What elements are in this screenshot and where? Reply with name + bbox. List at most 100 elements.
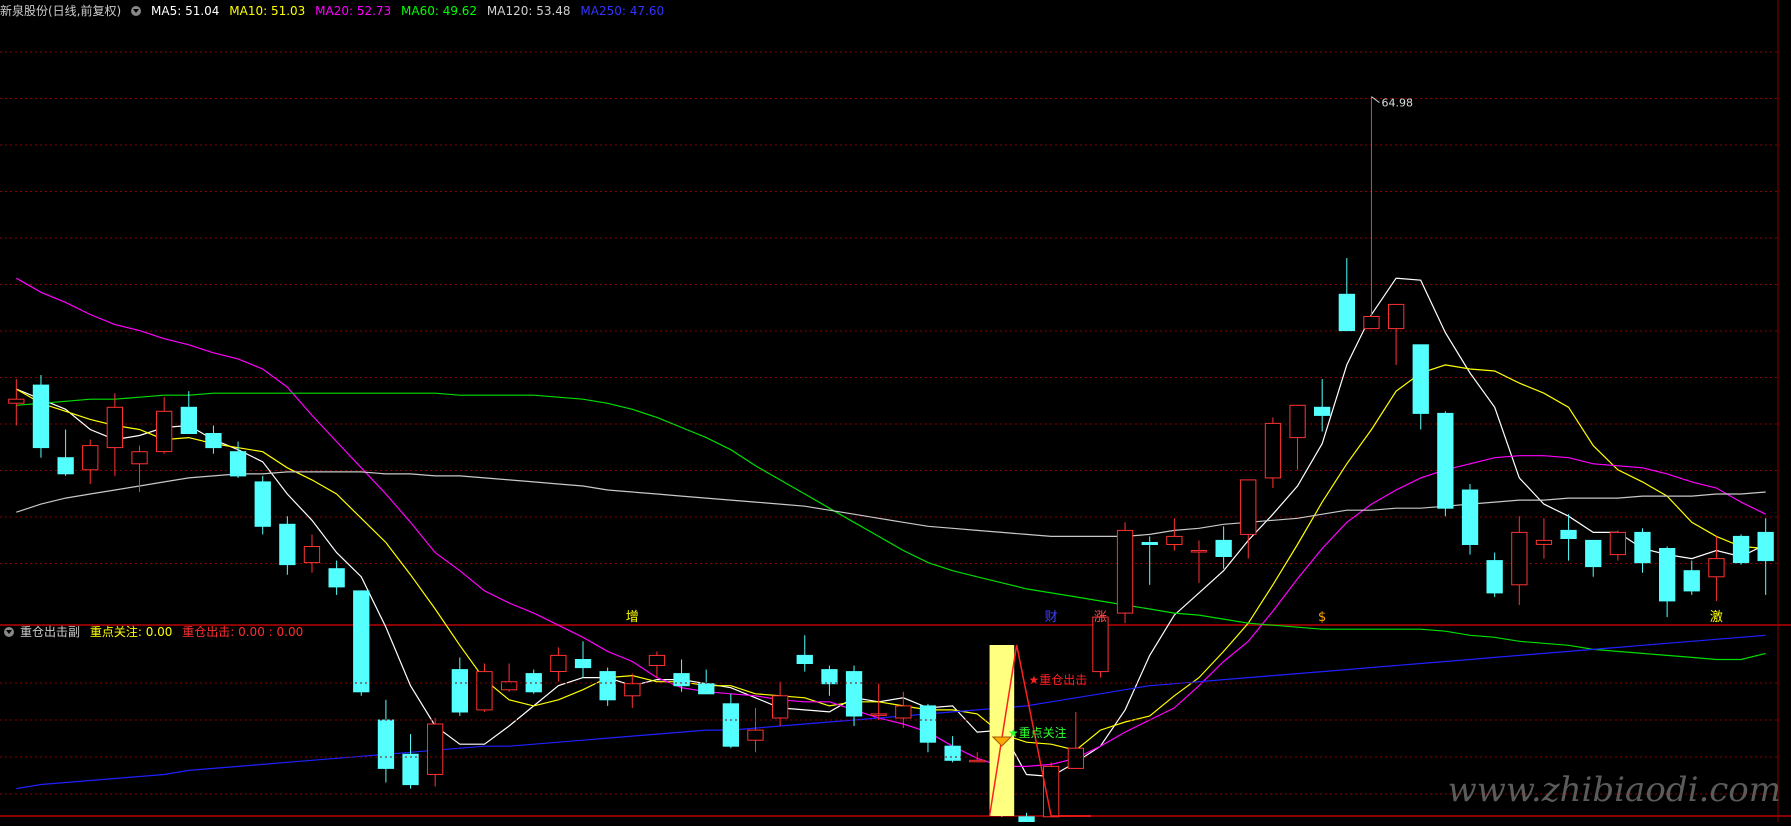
ma120-label: MA120: 53.48 <box>486 4 571 18</box>
ma-line-ma10 <box>16 364 1766 751</box>
ma-line-ma250 <box>16 634 1766 790</box>
candle <box>131 451 148 465</box>
ma-line-ma120 <box>16 471 1766 538</box>
candle <box>1264 422 1282 479</box>
ma-line-ma20 <box>16 277 1766 768</box>
candle <box>1116 529 1134 614</box>
event-marker: 财 <box>1045 610 1058 625</box>
event-marker: 涨 <box>1094 610 1107 625</box>
candle <box>328 568 345 588</box>
candle <box>1190 550 1208 553</box>
candle <box>57 457 74 475</box>
candle <box>698 683 715 695</box>
candle <box>1018 816 1035 826</box>
dropdown-circle-icon[interactable] <box>131 6 142 16</box>
event-marker: 激 <box>1710 610 1723 625</box>
candle <box>1338 293 1355 332</box>
candle <box>1412 344 1429 414</box>
candle <box>969 759 986 763</box>
candle <box>722 703 740 747</box>
candle <box>895 705 912 719</box>
ma20-label: MA20: 52.73 <box>315 4 392 18</box>
price-chart[interactable]: 64.9840.16增财涨$激★重仓出击★重点关注 <box>0 0 1791 826</box>
candle <box>82 445 99 471</box>
candle <box>32 384 50 449</box>
candle <box>648 654 666 667</box>
candle <box>772 695 789 719</box>
ma10-label: MA10: 51.03 <box>229 4 306 18</box>
candle <box>1609 531 1626 556</box>
candle <box>1240 479 1257 535</box>
candle <box>1067 747 1084 769</box>
candle <box>1215 539 1232 558</box>
stock-title: 新泉股份(日线,前复权) <box>0 4 122 18</box>
candle <box>1141 542 1158 545</box>
candle <box>1486 560 1503 594</box>
ma250-label: MA250: 47.60 <box>580 4 665 18</box>
candle <box>944 745 961 761</box>
ma5-label: MA5: 51.04 <box>151 4 220 18</box>
heavy-value-label: 重仓出击: 0.00 : 0.00 <box>182 625 304 639</box>
candle <box>353 590 370 693</box>
candle <box>1511 531 1528 586</box>
ma-line-ma5 <box>16 277 1766 778</box>
candle <box>1560 529 1577 540</box>
candle <box>747 729 764 741</box>
candle <box>1166 535 1183 546</box>
candle <box>303 546 321 564</box>
candle <box>279 523 296 566</box>
candle <box>1461 489 1479 545</box>
indicator-header: 重仓出击副 重点关注: 0.00 重仓出击: 0.00 : 0.00 <box>0 621 309 643</box>
high-pointer <box>1371 96 1380 104</box>
candle <box>377 719 395 769</box>
candle <box>1388 303 1405 330</box>
main-chart-header: 新泉股份(日线,前复权) MA5: 51.04 MA10: 51.03 MA20… <box>0 0 670 22</box>
candle <box>205 433 222 449</box>
candle <box>229 451 247 477</box>
heavy-signal-text: ★重仓出击 <box>1029 673 1088 687</box>
candle <box>1363 316 1380 330</box>
candle <box>1659 548 1676 602</box>
candle <box>821 669 838 685</box>
candle <box>402 753 419 786</box>
candle <box>1437 412 1454 509</box>
focus-value-label: 重点关注: 0.00 <box>89 625 173 639</box>
candle <box>796 654 813 665</box>
event-marker: 增 <box>626 610 639 625</box>
candle <box>8 398 25 404</box>
ma60-label: MA60: 49.62 <box>401 4 478 18</box>
candle <box>1289 404 1306 439</box>
candle <box>1732 535 1750 564</box>
candle <box>476 671 493 711</box>
candle <box>574 659 592 669</box>
candle <box>599 671 616 701</box>
candle <box>1535 539 1553 545</box>
candle <box>870 713 887 716</box>
candle <box>180 406 197 434</box>
candle <box>845 671 863 717</box>
candle <box>1585 539 1602 568</box>
candle <box>673 673 690 687</box>
candle <box>156 410 173 453</box>
candle <box>1634 531 1651 564</box>
candle <box>550 654 567 673</box>
candle <box>1757 531 1774 562</box>
high-price-label: 64.98 <box>1381 97 1413 110</box>
candle <box>501 681 518 691</box>
candle <box>451 669 469 713</box>
candle <box>525 673 542 693</box>
candle <box>254 481 271 527</box>
watermark: www.zhibiaodi.com <box>1447 770 1781 810</box>
candle <box>106 406 123 449</box>
candle <box>624 683 641 697</box>
candle <box>1314 406 1331 416</box>
chart-stage[interactable]: 64.9840.16增财涨$激★重仓出击★重点关注 新泉股份(日线,前复权) M… <box>0 0 1791 826</box>
focus-signal-text: ★重点关注 <box>1008 725 1067 740</box>
candle <box>1708 558 1725 578</box>
candle <box>919 705 937 743</box>
candle <box>1092 616 1109 673</box>
indicator-title: 重仓出击副 <box>20 625 81 639</box>
dropdown-circle-icon[interactable] <box>4 627 14 637</box>
candle <box>427 723 444 775</box>
event-marker: $ <box>1318 610 1326 625</box>
